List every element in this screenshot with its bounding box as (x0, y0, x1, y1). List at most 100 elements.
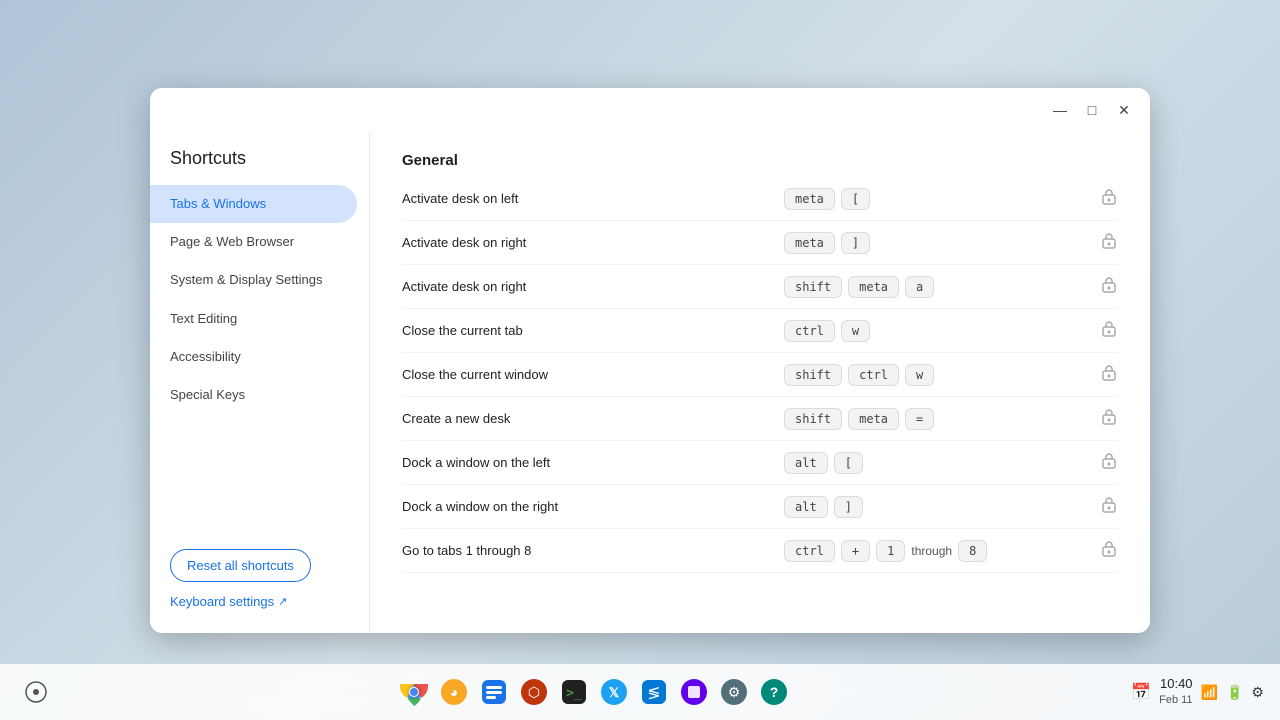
lock-icon (1100, 495, 1118, 518)
key-badge: alt (784, 496, 828, 518)
key-badge: a (905, 276, 934, 298)
shortcut-label: Close the current window (402, 367, 784, 382)
desktop: — □ ✕ Shortcuts Tabs & Windows Page & We… (0, 0, 1280, 720)
key-badge: = (905, 408, 934, 430)
shortcut-keys: ctrl +1 through 8 (784, 540, 1084, 562)
shortcut-row: Activate desk on leftmeta [ (402, 177, 1118, 221)
svg-text:?: ? (769, 684, 778, 700)
section-title: General (402, 152, 1118, 169)
shortcuts-list: Activate desk on leftmeta[ Activate desk… (402, 177, 1118, 573)
taskbar-app-terminal[interactable]: >_ (556, 674, 592, 710)
shortcut-row: Close the current windowshift ctrlw (402, 353, 1118, 397)
taskbar-app-chrome[interactable] (396, 674, 432, 710)
shortcut-keys: meta] (784, 232, 1084, 254)
launcher-button[interactable] (16, 672, 56, 712)
sidebar-item-system-display[interactable]: System & Display Settings (150, 261, 357, 299)
shortcut-keys: shift meta = (784, 408, 1084, 430)
key-badge: ctrl (784, 540, 835, 562)
taskbar-time: 10:40 (1159, 676, 1192, 693)
shortcut-row: Activate desk on rightmeta] (402, 221, 1118, 265)
key-badge: w (841, 320, 870, 342)
keyboard-settings-link[interactable]: Keyboard settings ↗ (170, 594, 349, 609)
shortcut-keys: alt] (784, 496, 1084, 518)
key-badge: w (905, 364, 934, 386)
key-badge: + (841, 540, 870, 562)
shortcut-row: Go to tabs 1 through 8ctrl +1 through 8 (402, 529, 1118, 573)
lock-icon (1100, 407, 1118, 430)
key-badge: through (911, 544, 952, 558)
shortcut-keys: shift ctrlw (784, 364, 1084, 386)
lock-icon (1100, 187, 1118, 210)
taskbar: ◕ ⬡ (0, 664, 1280, 720)
sidebar-item-text-editing[interactable]: Text Editing (150, 300, 357, 338)
lock-icon (1100, 275, 1118, 298)
taskbar-app4[interactable]: ⬡ (516, 674, 552, 710)
svg-text:𝕏: 𝕏 (608, 685, 619, 700)
key-badge: [ (834, 452, 863, 474)
taskbar-app-help[interactable]: ? (756, 674, 792, 710)
key-badge: 8 (958, 540, 987, 562)
shortcut-label: Activate desk on right (402, 279, 784, 294)
key-badge: meta (848, 276, 899, 298)
sidebar-item-special-keys[interactable]: Special Keys (150, 376, 357, 414)
svg-text:≶: ≶ (647, 685, 660, 702)
svg-text:⚙: ⚙ (727, 684, 740, 700)
taskbar-app-files[interactable] (476, 674, 512, 710)
shortcut-row: Dock a window on the rightalt] (402, 485, 1118, 529)
sidebar-item-page-web-browser[interactable]: Page & Web Browser (150, 223, 357, 261)
lock-icon (1100, 231, 1118, 254)
taskbar-date: Feb 11 (1159, 693, 1192, 707)
taskbar-app-vscode[interactable]: ≶ (636, 674, 672, 710)
minimize-button[interactable]: — (1046, 96, 1074, 124)
shortcut-row: Activate desk on rightshift metaa (402, 265, 1118, 309)
key-badge: [ (841, 188, 870, 210)
key-badge: meta (784, 188, 835, 210)
svg-text:>_: >_ (566, 686, 582, 701)
key-badge: 1 (876, 540, 905, 562)
svg-text:⬡: ⬡ (527, 684, 539, 700)
key-badge: meta (784, 232, 835, 254)
lock-icon (1100, 363, 1118, 386)
taskbar-settings-icon[interactable]: ⚙ (1251, 684, 1264, 701)
shortcut-keys: alt[ (784, 452, 1084, 474)
shortcut-label: Create a new desk (402, 411, 784, 426)
key-badge: ctrl (848, 364, 899, 386)
key-badge: shift (784, 276, 842, 298)
close-button[interactable]: ✕ (1110, 96, 1138, 124)
taskbar-app7[interactable] (676, 674, 712, 710)
main-content: General Activate desk on leftmeta[ Activ… (370, 132, 1150, 633)
shortcut-label: Activate desk on left (402, 191, 784, 206)
key-badge: shift (784, 364, 842, 386)
taskbar-calendar-icon[interactable]: 📅 (1131, 682, 1151, 702)
taskbar-wifi-icon: 📶 (1201, 684, 1218, 701)
taskbar-center: ◕ ⬡ (396, 674, 792, 710)
shortcut-row: Close the current tabctrlw (402, 309, 1118, 353)
svg-text:◕: ◕ (449, 684, 457, 700)
taskbar-time-date[interactable]: 10:40 Feb 11 (1159, 676, 1192, 707)
shortcut-label: Dock a window on the left (402, 455, 784, 470)
window-body: Shortcuts Tabs & Windows Page & Web Brow… (150, 132, 1150, 633)
sidebar-bottom: Reset all shortcuts Keyboard settings ↗ (150, 533, 369, 625)
lock-icon (1100, 451, 1118, 474)
key-badge: shift (784, 408, 842, 430)
sidebar-item-accessibility[interactable]: Accessibility (150, 338, 357, 376)
sidebar-item-tabs-windows[interactable]: Tabs & Windows (150, 185, 357, 223)
shortcut-label: Go to tabs 1 through 8 (402, 543, 784, 558)
sidebar: Shortcuts Tabs & Windows Page & Web Brow… (150, 132, 370, 633)
key-badge: ] (834, 496, 863, 518)
shortcut-keys: shift metaa (784, 276, 1084, 298)
reset-shortcuts-button[interactable]: Reset all shortcuts (170, 549, 311, 582)
maximize-button[interactable]: □ (1078, 96, 1106, 124)
key-badge: ] (841, 232, 870, 254)
lock-icon (1100, 319, 1118, 342)
taskbar-app-settings[interactable]: ⚙ (716, 674, 752, 710)
titlebar: — □ ✕ (150, 88, 1150, 132)
keyboard-settings-label: Keyboard settings (170, 594, 274, 609)
shortcut-label: Activate desk on right (402, 235, 784, 250)
shortcut-label: Close the current tab (402, 323, 784, 338)
key-badge: meta (848, 408, 899, 430)
shortcut-row: Create a new deskshift meta = (402, 397, 1118, 441)
shortcut-label: Dock a window on the right (402, 499, 784, 514)
taskbar-app-twitter[interactable]: 𝕏 (596, 674, 632, 710)
taskbar-app-store[interactable]: ◕ (436, 674, 472, 710)
